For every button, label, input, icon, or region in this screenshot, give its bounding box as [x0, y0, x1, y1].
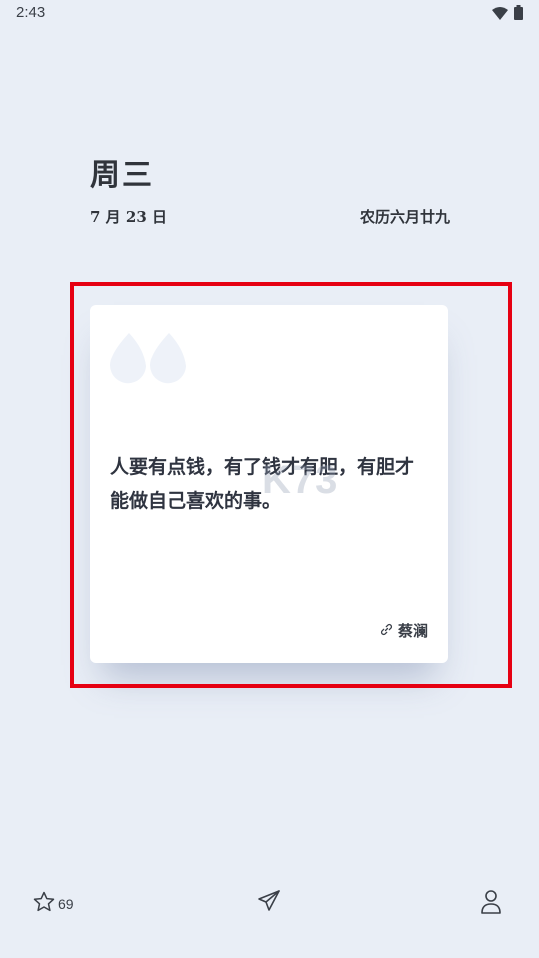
favorite-button[interactable]: 69 — [32, 890, 74, 918]
solar-date: 7 月 23 日 — [90, 208, 167, 226]
bottom-nav: 69 — [0, 880, 539, 926]
status-icons — [492, 5, 523, 24]
favorite-count: 69 — [58, 896, 74, 912]
share-button[interactable] — [256, 888, 282, 918]
status-bar: 2:43 — [0, 0, 539, 28]
profile-button[interactable] — [480, 889, 502, 919]
date-header: 周三 7 月 23 日 农历六月廿九 — [90, 150, 450, 227]
status-time: 2:43 — [16, 4, 46, 21]
date-row: 7 月 23 日 农历六月廿九 — [90, 206, 450, 227]
battery-icon — [514, 5, 523, 24]
wifi-icon — [492, 5, 508, 24]
weekday-label: 周三 — [90, 158, 154, 193]
user-icon — [480, 890, 502, 919]
star-icon — [32, 890, 56, 918]
lunar-date: 农历六月廿九 — [359, 208, 450, 226]
send-icon — [256, 890, 282, 918]
highlight-box — [70, 282, 512, 688]
